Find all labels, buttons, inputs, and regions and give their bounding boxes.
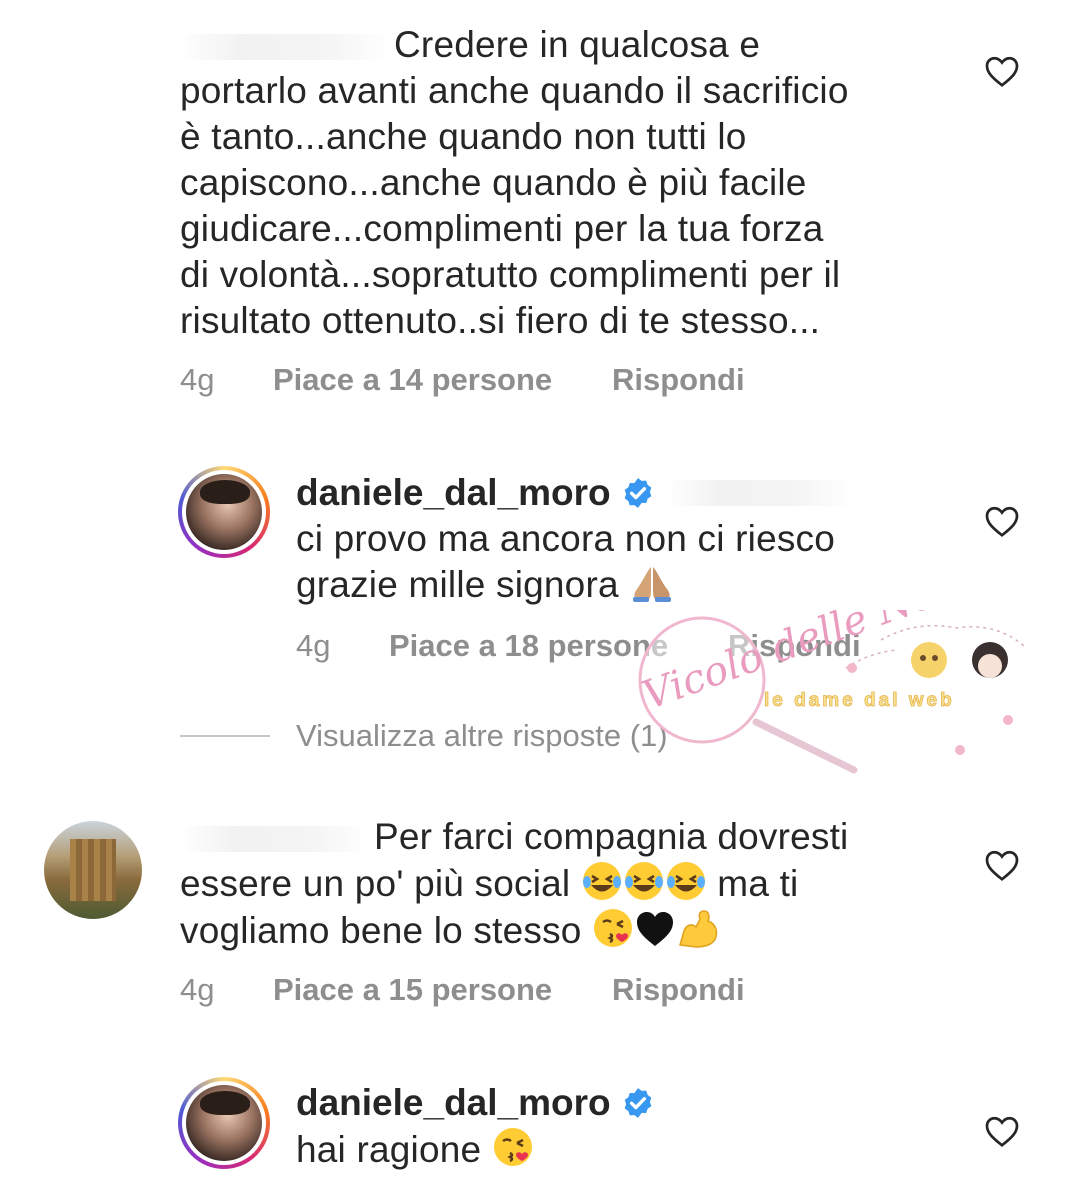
laughing-emoji-icon xyxy=(624,862,663,900)
blurred-mention xyxy=(664,480,855,506)
comment-3: Per farci compagnia dovresti essere un po… xyxy=(180,814,940,954)
black-heart-icon xyxy=(637,912,674,946)
kissing-face-emoji-icon xyxy=(594,909,633,947)
reply-button[interactable]: Rispondi xyxy=(728,628,861,664)
avatar[interactable] xyxy=(178,1077,270,1169)
comment-time: 4g xyxy=(296,628,331,663)
heart-outline-icon[interactable] xyxy=(984,1114,1020,1148)
view-more-replies-link[interactable]: Visualizza altre risposte (1) xyxy=(296,718,668,754)
verified-badge-icon xyxy=(624,478,651,508)
heart-outline-icon[interactable] xyxy=(984,54,1020,88)
avatar[interactable] xyxy=(178,466,270,558)
comment-text: hai ragione xyxy=(296,1126,936,1173)
comment-time: 4g xyxy=(180,972,215,1007)
heart-outline-icon[interactable] xyxy=(984,504,1020,538)
likes-count[interactable]: Piace a 14 persone xyxy=(273,362,612,398)
comment-4: daniele_dal_moro hai ragione xyxy=(296,1080,936,1173)
blurred-username xyxy=(180,826,370,853)
username-text: daniele_dal_moro xyxy=(296,1082,611,1123)
heart-outline-icon[interactable] xyxy=(984,848,1020,882)
comment-meta: 4g Piace a 18 persone Rispondi xyxy=(296,628,861,664)
username-text: daniele_dal_moro xyxy=(296,472,611,513)
replies-divider xyxy=(180,735,270,737)
reply-button[interactable]: Rispondi xyxy=(612,972,745,1008)
comment-text: Credere in qualcosa e portarlo avanti an… xyxy=(180,24,849,341)
watermark-tag: le dame dal web xyxy=(764,690,955,711)
comment-meta: 4g Piace a 15 persone Rispondi xyxy=(180,972,745,1008)
verified-badge-icon xyxy=(624,1088,651,1118)
likes-count[interactable]: Piace a 15 persone xyxy=(273,972,612,1008)
comment-1: Credere in qualcosa e portarlo avanti an… xyxy=(180,22,940,344)
blurred-username xyxy=(180,34,390,61)
reply-button[interactable]: Rispondi xyxy=(612,362,745,398)
laughing-emoji-icon xyxy=(582,862,621,900)
flexed-biceps-icon xyxy=(679,910,718,948)
avatar-photo xyxy=(186,1085,262,1161)
laughing-emoji-icon xyxy=(666,862,705,900)
comment-text: ci provo ma ancora non ci riesco grazie … xyxy=(296,518,836,605)
avatar-photo xyxy=(186,474,262,550)
comment-2: daniele_dal_moro ci provo ma ancora non … xyxy=(296,470,936,608)
likes-count[interactable]: Piace a 18 persone xyxy=(389,628,728,664)
comment-text: Per farci compagnia dovresti essere un po… xyxy=(180,816,849,951)
comment-time: 4g xyxy=(180,362,215,397)
watermark-script: Vicolo delle News xyxy=(637,610,993,719)
avatar[interactable] xyxy=(44,821,142,919)
comment-username[interactable]: daniele_dal_moro xyxy=(296,470,859,516)
folded-hands-emoji-icon xyxy=(633,567,672,602)
comment-username[interactable]: daniele_dal_moro xyxy=(296,1080,655,1126)
kissing-face-emoji-icon xyxy=(493,1128,532,1166)
comment-meta: 4g Piace a 14 persone Rispondi xyxy=(180,362,745,398)
